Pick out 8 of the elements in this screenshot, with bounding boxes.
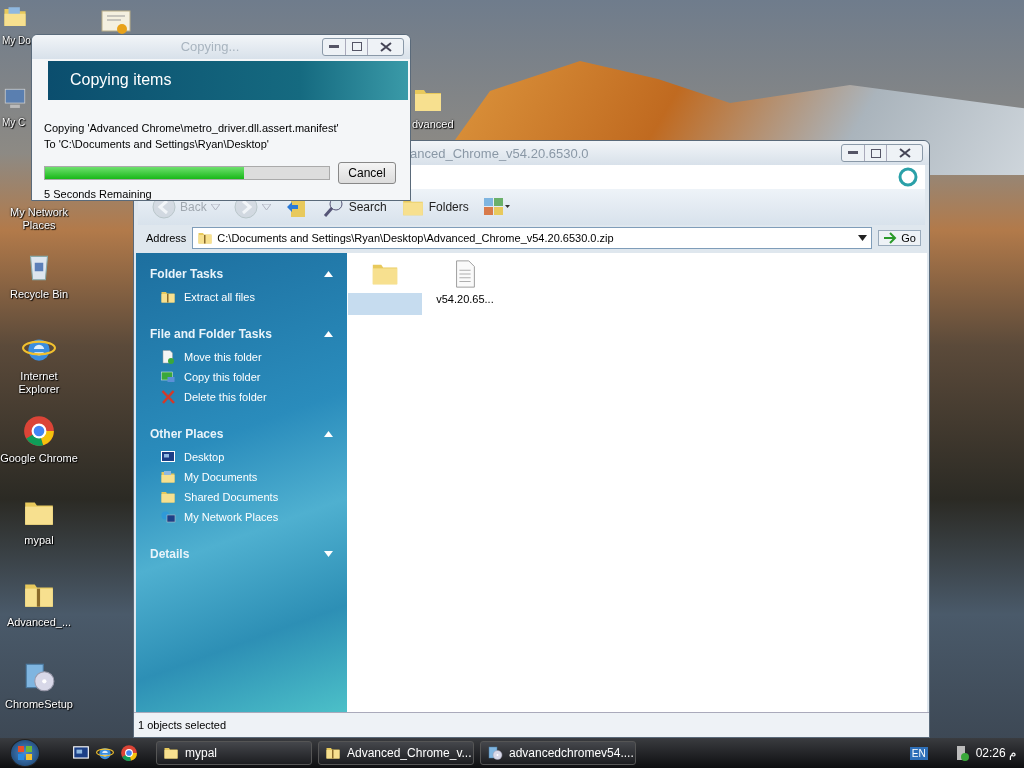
address-label: Address: [146, 232, 187, 244]
time-remaining-text: 5 Seconds Remaining: [44, 188, 153, 200]
copy-destination-text: To 'C:\Documents and Settings\Ryan\Desktop': [44, 138, 270, 150]
copy-source-text: Copying 'Advanced Chrome\metro_driver.dll.assert.manifest': [44, 122, 340, 134]
window-title: Copying...: [179, 39, 241, 55]
clock: 02:26 م: [975, 746, 1016, 760]
dialog-heading: Copying items: [48, 60, 408, 100]
status-text: 1 objects selected: [138, 719, 227, 731]
